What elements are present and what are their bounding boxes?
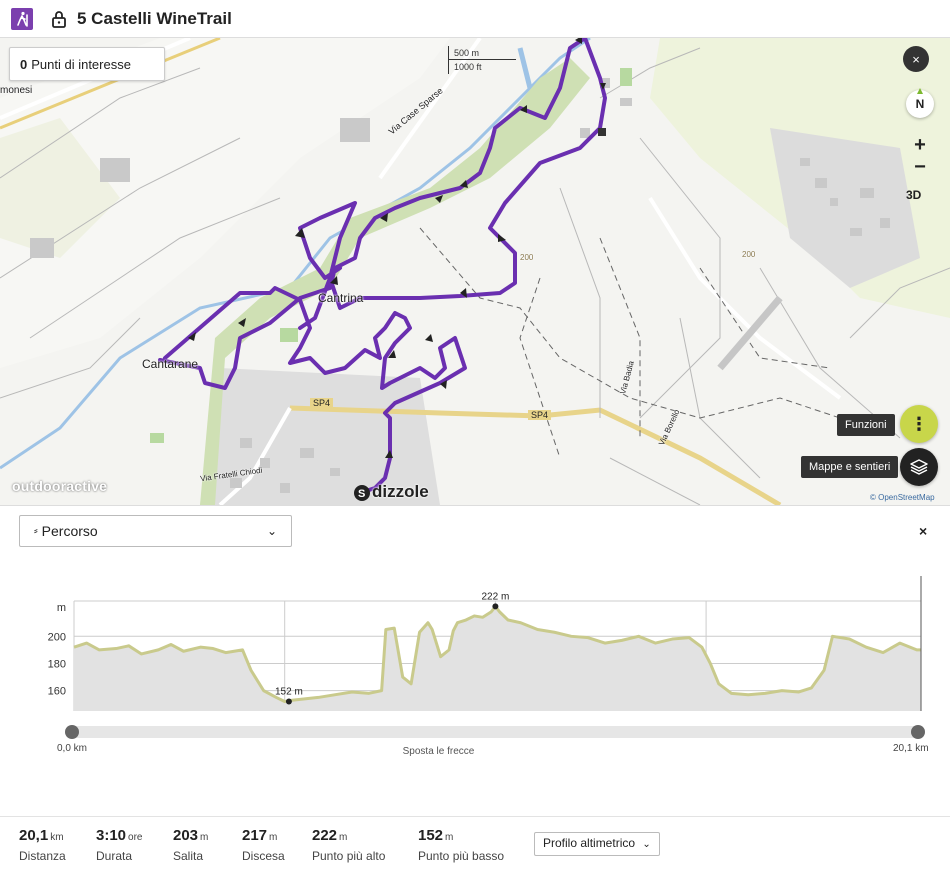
y-axis-label: m	[57, 602, 66, 614]
profile-dropdown-button[interactable]: Profilo altimetrico ⌄	[534, 832, 660, 856]
stat-value: 3:10	[96, 827, 127, 844]
zoom-out-button[interactable]: −	[906, 156, 934, 178]
stat-distance: 20,1 km Distanza	[19, 827, 66, 863]
stat-duration: 3:10 ore Durata	[96, 827, 142, 863]
poi-label: Punti di interesse	[31, 56, 131, 72]
y-tick-label: 180	[48, 658, 66, 670]
y-tick-label: 200	[48, 631, 66, 643]
stat-value: 20,1	[19, 827, 49, 844]
brand-logo: outdooractive	[12, 478, 108, 494]
functions-tooltip: Funzioni	[837, 414, 895, 436]
y-tick-label: 160	[48, 686, 66, 698]
stat-lowest: 152 m Punto più basso	[418, 827, 504, 863]
stat-label: Discesa	[242, 849, 285, 863]
annotation-dot	[492, 603, 499, 610]
3d-button[interactable]: 3D	[906, 188, 921, 202]
stat-unit: m	[445, 832, 454, 843]
stat-unit: m	[200, 832, 209, 843]
place-label: dizzole	[372, 482, 429, 501]
stat-label: Punto più basso	[418, 849, 505, 863]
stat-value: 222	[312, 827, 338, 844]
stat-label: Punto più alto	[312, 849, 386, 863]
stat-value: 217	[242, 827, 268, 844]
osm-credit[interactable]: © OpenStreetMap	[870, 493, 935, 502]
scale-metric: 500 m	[448, 46, 516, 60]
contour-label: 200	[742, 250, 756, 259]
contour-label: 200	[520, 253, 534, 262]
stat-ascent: 203 m Salita	[173, 827, 208, 863]
stats-bar: 20,1 km Distanza 3:10 ore Durata 203 m Sali…	[0, 816, 950, 869]
map-view[interactable]: S 0 Punti di interesse 500 m 1000 ft × N…	[0, 38, 950, 505]
road-label: SP4	[528, 410, 552, 420]
stat-label: Distanza	[19, 849, 66, 863]
poi-counter[interactable]: 0 Punti di interesse	[9, 47, 165, 81]
layers-tooltip: Mappe e sentieri	[801, 456, 899, 478]
annotation-label: 222 m	[481, 591, 509, 602]
profile-dropdown-label: Profilo altimetrico	[543, 836, 636, 850]
map-close-button[interactable]: ×	[903, 46, 929, 72]
slider-hint: Sposta le frecce	[402, 746, 475, 757]
map-scale: 500 m 1000 ft	[448, 46, 516, 74]
range-handle-start[interactable]	[65, 725, 79, 739]
range-slider-track	[72, 726, 920, 738]
compass-button[interactable]: N	[906, 88, 934, 118]
slider-end-label: 20,1 km	[893, 743, 929, 754]
stat-unit: m	[269, 832, 278, 843]
functions-button[interactable]: ⋮	[900, 405, 938, 443]
compass-icon	[917, 88, 923, 94]
stat-highest: 222 m Punto più alto	[312, 827, 385, 863]
lock-icon	[52, 10, 66, 28]
hiking-icon	[11, 7, 33, 30]
range-handle-end[interactable]	[911, 725, 925, 739]
scale-imperial: 1000 ft	[448, 60, 498, 74]
stat-value: 203	[173, 827, 199, 844]
compass-north-label: N	[915, 97, 925, 111]
road-label: SP4	[310, 398, 334, 408]
stat-value: 152	[418, 827, 444, 844]
app-header: 5 Castelli WineTrail	[0, 0, 950, 38]
stat-label: Salita	[173, 849, 204, 863]
more-vertical-icon: ⋮	[910, 413, 928, 434]
elevation-chart-svg[interactable]: 200180160m0,0 km5,0 km10,0 km15,0 km222 …	[0, 506, 950, 806]
place-label: Cantrina	[318, 291, 364, 305]
stat-unit: m	[339, 832, 348, 843]
svg-text:S: S	[358, 488, 365, 500]
poi-count: 0	[20, 56, 28, 72]
chevron-down-icon: ⌄	[642, 839, 651, 850]
stat-unit: km	[50, 832, 64, 843]
annotation-label: 152 m	[275, 686, 303, 697]
page-title: 5 Castelli WineTrail	[77, 8, 232, 28]
annotation-dot	[285, 698, 292, 705]
place-label: monesi	[0, 85, 33, 96]
layers-icon	[910, 459, 928, 475]
place-label: Cantarane	[142, 357, 199, 371]
stat-label: Durata	[96, 849, 133, 863]
elevation-panel: ⸗ Percorso ⌄ × 200180160m0,0 km5,0 km10,…	[0, 505, 950, 868]
map-canvas[interactable]: S	[0, 38, 950, 505]
stat-descent: 217 m Discesa	[242, 827, 285, 863]
zoom-in-button[interactable]: +	[906, 134, 934, 156]
stat-unit: ore	[128, 832, 143, 843]
layers-button[interactable]	[900, 448, 938, 486]
